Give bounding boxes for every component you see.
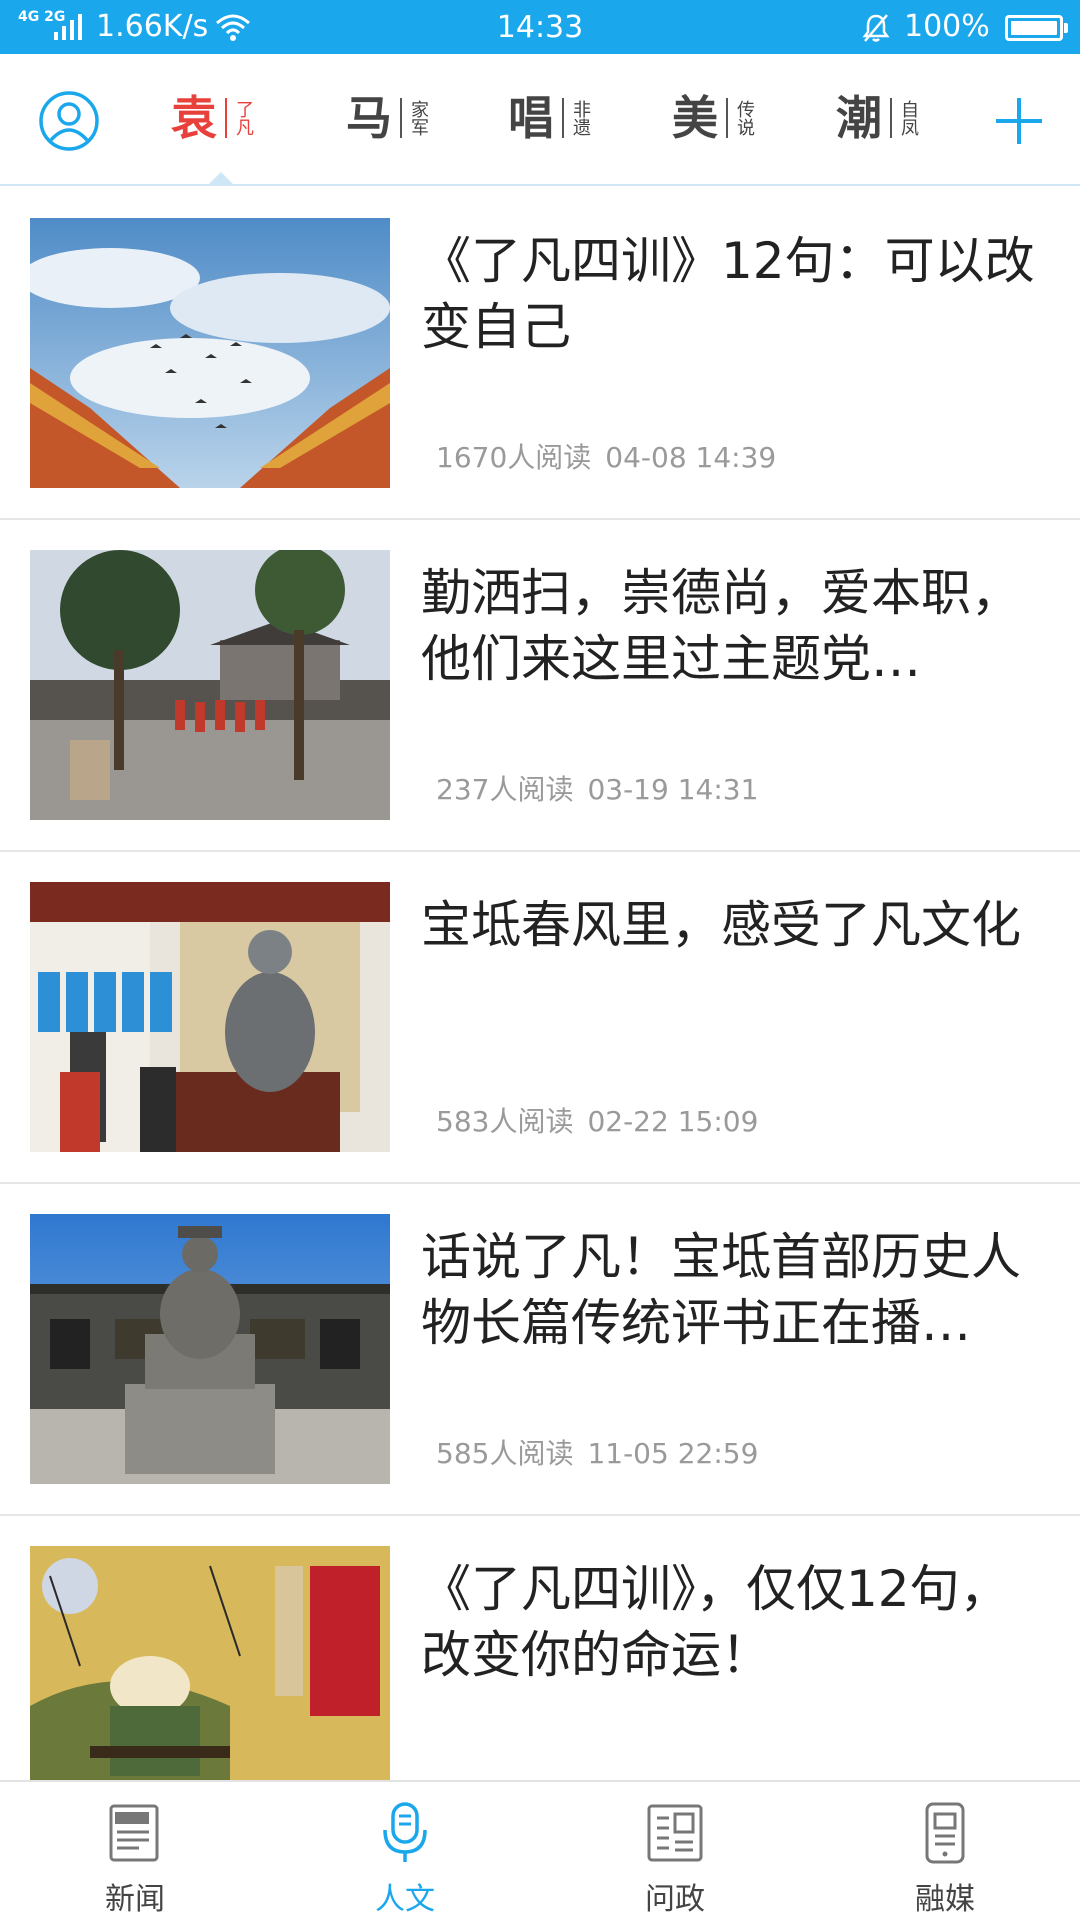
nav-item-politics[interactable]: 问政 — [540, 1782, 810, 1920]
nav-label: 新闻 — [105, 1882, 165, 1917]
publish-date: 02-22 15:09 — [587, 1105, 759, 1138]
article-meta: 237人阅读 03-19 14:31 — [436, 768, 758, 808]
battery-percent: 100% — [904, 9, 990, 44]
channel-main-char: 马 — [346, 91, 392, 145]
read-count: 583人阅读 — [436, 1105, 574, 1138]
status-bar: 4G 2G 1.66K/s 14:33 100% — [0, 0, 1080, 54]
article-thumbnail — [30, 218, 390, 488]
article-item[interactable]: 勤洒扫，崇德尚，爱本职，他们来这里过主题党… 237人阅读 03-19 14:31 — [0, 520, 1080, 852]
read-count: 585人阅读 — [436, 1437, 574, 1470]
channel-divider — [562, 98, 564, 138]
publish-date: 04-08 14:39 — [605, 441, 777, 474]
nav-label: 问政 — [645, 1882, 705, 1917]
channel-bar: 袁 了凡 马 家军 唱 非遗 美 传说 潮 自凤 — [0, 54, 1080, 186]
article-thumbnail — [30, 550, 390, 820]
newspaper-icon — [109, 1804, 159, 1862]
channel-sub-label: 传说 — [734, 100, 755, 136]
channel-divider — [400, 98, 402, 138]
channel-main-char: 潮 — [836, 91, 882, 145]
channel-divider — [225, 98, 227, 138]
nav-item-media[interactable]: 融媒 — [810, 1782, 1080, 1920]
publish-date: 03-19 14:31 — [587, 773, 759, 806]
microphone-icon — [383, 1802, 427, 1862]
channel-divider — [890, 98, 892, 138]
publish-date: 11-05 22:59 — [587, 1437, 759, 1470]
channel-sub-label: 自凤 — [898, 100, 919, 136]
add-channel-icon[interactable] — [994, 96, 1044, 146]
document-icon — [647, 1804, 703, 1862]
article-title: 《了凡四训》12句：可以改变自己 — [421, 232, 1035, 356]
phone-media-icon — [925, 1802, 965, 1864]
nav-label: 融媒 — [915, 1882, 975, 1917]
channel-sub-text: 传说 — [734, 100, 755, 136]
article-thumbnail — [30, 1214, 390, 1484]
channel-sub-label: 非遗 — [570, 100, 591, 136]
read-count: 1670人阅读 — [436, 441, 592, 474]
article-title: 《了凡四训》，仅仅12句，改变你的命运！ — [421, 1560, 1010, 1684]
active-tab-indicator — [209, 172, 233, 184]
article-thumbnail — [30, 882, 390, 1152]
article-item[interactable]: 宝坻春风里，感受了凡文化 583人阅读 02-22 15:09 — [0, 852, 1080, 1184]
article-meta: 1670人阅读 04-08 14:39 — [436, 436, 776, 476]
channel-sub-label: 家军 — [408, 100, 429, 136]
battery-icon — [1005, 15, 1068, 41]
nav-label: 人文 — [375, 1882, 435, 1917]
article-title: 话说了凡！宝坻首部历史人物长篇传统评书正在播… — [421, 1228, 1021, 1352]
channel-main-char: 美 — [672, 91, 718, 145]
user-avatar-icon[interactable] — [38, 90, 100, 152]
bottom-nav: 新闻 人文 问政 融媒 — [0, 1780, 1080, 1920]
channel-sub-text: 家军 — [408, 100, 429, 136]
channel-tab-ma[interactable]: 马 家军 — [346, 88, 429, 148]
channel-tab-mei[interactable]: 美 传说 — [672, 88, 755, 148]
article-title: 勤洒扫，崇德尚，爱本职，他们来这里过主题党… — [421, 564, 1021, 688]
channel-sub-text: 自凤 — [898, 100, 919, 136]
channel-sub-label: 了凡 — [233, 100, 254, 136]
channel-main-char: 袁 — [171, 91, 217, 145]
channel-main-char: 唱 — [508, 91, 554, 145]
nav-item-culture[interactable]: 人文 — [270, 1782, 540, 1920]
channel-sub-text: 了凡 — [233, 100, 254, 136]
channel-tab-chao[interactable]: 潮 自凤 — [836, 88, 919, 148]
article-meta: 585人阅读 11-05 22:59 — [436, 1432, 758, 1472]
article-item[interactable]: 话说了凡！宝坻首部历史人物长篇传统评书正在播… 585人阅读 11-05 22:5… — [0, 1184, 1080, 1516]
channel-sub-text: 非遗 — [570, 100, 591, 136]
channel-tab-yuan[interactable]: 袁 了凡 — [171, 88, 254, 148]
bell-muted-icon — [862, 14, 890, 42]
article-thumbnail — [30, 1546, 390, 1816]
read-count: 237人阅读 — [436, 773, 574, 806]
article-title: 宝坻春风里，感受了凡文化 — [421, 896, 1021, 954]
article-item[interactable]: 《了凡四训》12句：可以改变自己 1670人阅读 04-08 14:39 — [0, 188, 1080, 520]
channel-divider — [726, 98, 728, 138]
article-meta: 583人阅读 02-22 15:09 — [436, 1100, 758, 1140]
nav-item-news[interactable]: 新闻 — [0, 1782, 270, 1920]
channel-tab-chang[interactable]: 唱 非遗 — [508, 88, 591, 148]
